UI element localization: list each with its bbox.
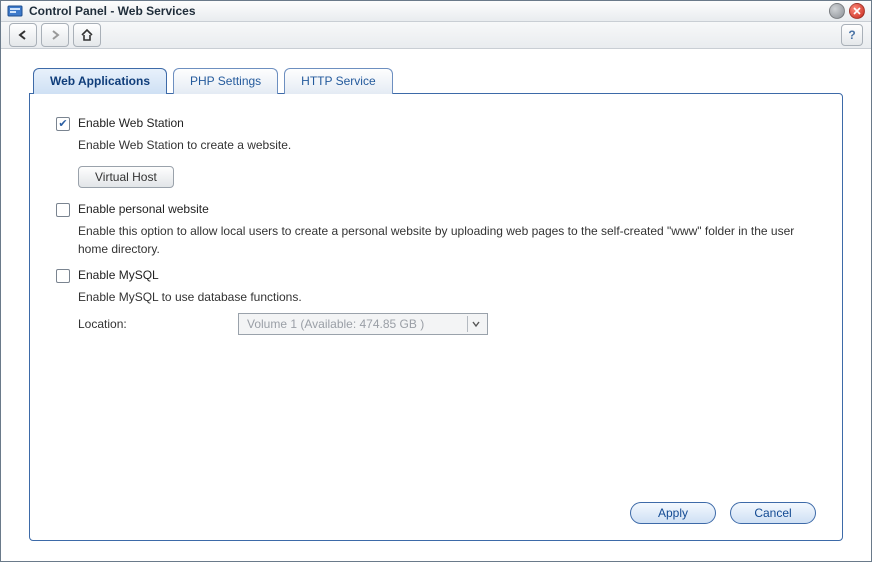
desc-personal-website: Enable this option to allow local users …: [78, 223, 798, 258]
option-personal-website: Enable personal website: [56, 202, 816, 217]
back-button[interactable]: [9, 23, 37, 47]
location-label: Location:: [78, 317, 238, 331]
checkbox-personal-website[interactable]: [56, 203, 70, 217]
window-title: Control Panel - Web Services: [29, 4, 825, 18]
content-area: Web Applications PHP Settings HTTP Servi…: [1, 49, 871, 561]
tab-php-settings[interactable]: PHP Settings: [173, 68, 278, 94]
tab-http-service[interactable]: HTTP Service: [284, 68, 392, 94]
apply-button[interactable]: Apply: [630, 502, 716, 524]
checkbox-web-station[interactable]: [56, 117, 70, 131]
minimize-button[interactable]: [829, 3, 845, 19]
footer: Apply Cancel: [56, 494, 816, 524]
cancel-button[interactable]: Cancel: [730, 502, 816, 524]
home-button[interactable]: [73, 23, 101, 47]
label-web-station: Enable Web Station: [78, 116, 184, 130]
checkbox-mysql[interactable]: [56, 269, 70, 283]
label-personal-website: Enable personal website: [78, 202, 209, 216]
tab-row: Web Applications PHP Settings HTTP Servi…: [33, 67, 843, 93]
mysql-location-row: Location: Volume 1 (Available: 474.85 GB…: [78, 313, 816, 335]
window: Control Panel - Web Services ? Web Appli…: [0, 0, 872, 562]
titlebar: Control Panel - Web Services: [1, 1, 871, 22]
form-body: Enable Web Station Enable Web Station to…: [56, 116, 816, 494]
virtual-host-button[interactable]: Virtual Host: [78, 166, 174, 188]
forward-button[interactable]: [41, 23, 69, 47]
chevron-down-icon: [467, 316, 483, 332]
close-button[interactable]: [849, 3, 865, 19]
option-mysql: Enable MySQL: [56, 268, 816, 283]
app-icon: [7, 3, 23, 19]
help-button[interactable]: ?: [841, 24, 863, 46]
option-web-station: Enable Web Station: [56, 116, 816, 131]
desc-web-station: Enable Web Station to create a website.: [78, 137, 798, 154]
location-select[interactable]: Volume 1 (Available: 474.85 GB ): [238, 313, 488, 335]
toolbar: ?: [1, 22, 871, 49]
location-value: Volume 1 (Available: 474.85 GB ): [247, 317, 424, 331]
tab-web-applications[interactable]: Web Applications: [33, 68, 167, 94]
label-mysql: Enable MySQL: [78, 268, 159, 282]
tab-panel: Enable Web Station Enable Web Station to…: [29, 93, 843, 541]
desc-mysql: Enable MySQL to use database functions.: [78, 289, 798, 306]
